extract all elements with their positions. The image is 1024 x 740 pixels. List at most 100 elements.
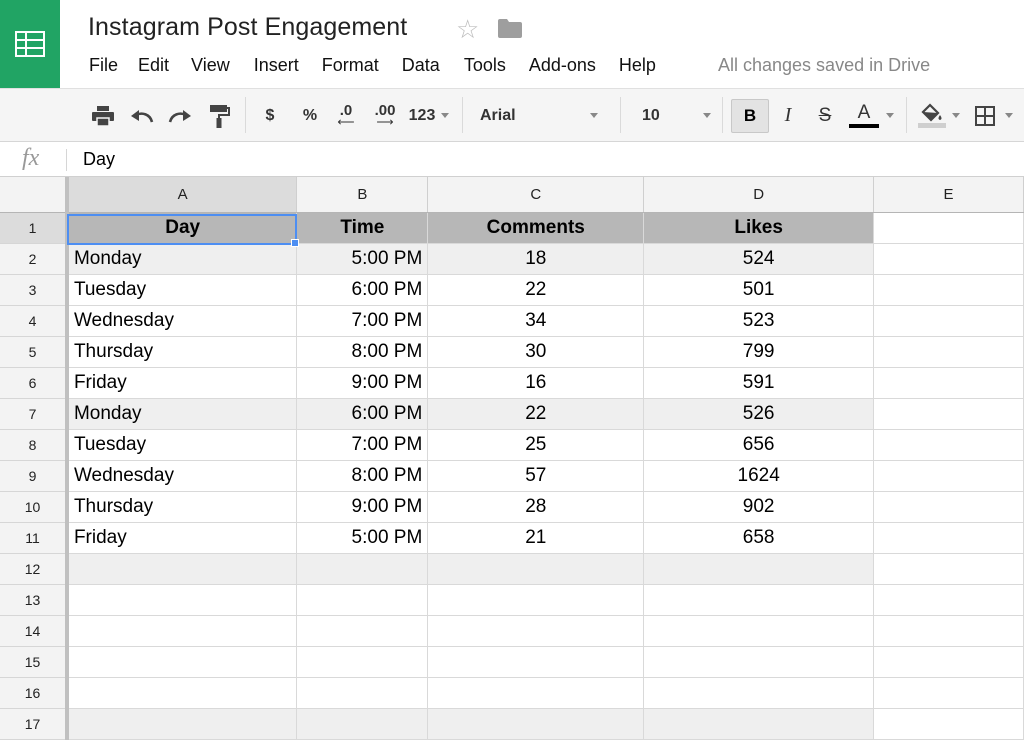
more-formats-button[interactable]: 123 bbox=[406, 89, 438, 142]
cell-time[interactable]: 6:00 PM bbox=[296, 398, 429, 430]
column-header-e[interactable]: E bbox=[873, 177, 1024, 213]
cell[interactable] bbox=[296, 615, 429, 647]
borders-icon[interactable] bbox=[972, 89, 998, 142]
cell-day[interactable]: Wednesday bbox=[66, 460, 298, 492]
cell-comments[interactable]: 57 bbox=[427, 460, 645, 492]
cell-day[interactable]: Wednesday bbox=[66, 305, 298, 337]
cell-day[interactable]: Thursday bbox=[66, 336, 298, 368]
header-cell-day[interactable]: Day bbox=[66, 212, 298, 244]
cell-day[interactable]: Tuesday bbox=[66, 274, 298, 306]
cell-time[interactable]: 8:00 PM bbox=[296, 460, 429, 492]
borders-chevron-down-icon[interactable] bbox=[1005, 113, 1013, 118]
cell[interactable] bbox=[427, 677, 645, 709]
row-header[interactable]: 16 bbox=[0, 677, 69, 709]
cell-time[interactable]: 5:00 PM bbox=[296, 243, 429, 275]
italic-button[interactable]: I bbox=[777, 89, 799, 142]
row-header[interactable]: 8 bbox=[0, 429, 69, 461]
cell-comments[interactable]: 22 bbox=[427, 274, 645, 306]
cell-comments[interactable]: 18 bbox=[427, 243, 645, 275]
menu-format[interactable]: Format bbox=[322, 55, 379, 76]
cell-time[interactable]: 8:00 PM bbox=[296, 336, 429, 368]
cell[interactable] bbox=[427, 553, 645, 585]
column-header-b[interactable]: B bbox=[296, 177, 429, 213]
cell-likes[interactable]: 526 bbox=[643, 398, 875, 430]
cell-time[interactable]: 7:00 PM bbox=[296, 429, 429, 461]
cell-likes[interactable]: 591 bbox=[643, 367, 875, 399]
cell[interactable] bbox=[643, 646, 875, 678]
menu-file[interactable]: File bbox=[89, 55, 118, 76]
cell[interactable] bbox=[296, 553, 429, 585]
row-header[interactable]: 3 bbox=[0, 274, 69, 306]
cell[interactable] bbox=[296, 708, 429, 740]
cell-likes[interactable]: 523 bbox=[643, 305, 875, 337]
cell-comments[interactable]: 34 bbox=[427, 305, 645, 337]
cell[interactable] bbox=[873, 708, 1024, 740]
cell[interactable] bbox=[873, 646, 1024, 678]
cell-time[interactable]: 9:00 PM bbox=[296, 491, 429, 523]
row-header[interactable]: 17 bbox=[0, 708, 69, 740]
row-header[interactable]: 4 bbox=[0, 305, 69, 337]
cell[interactable] bbox=[643, 553, 875, 585]
text-color-chevron-down-icon[interactable] bbox=[886, 113, 894, 118]
cell-comments[interactable]: 30 bbox=[427, 336, 645, 368]
cell[interactable] bbox=[296, 646, 429, 678]
cell[interactable] bbox=[873, 460, 1024, 492]
row-header[interactable]: 12 bbox=[0, 553, 69, 585]
text-color-button[interactable]: A bbox=[848, 89, 880, 142]
cell[interactable] bbox=[66, 708, 298, 740]
cell[interactable] bbox=[873, 677, 1024, 709]
undo-icon[interactable] bbox=[128, 89, 156, 142]
cell-comments[interactable]: 28 bbox=[427, 491, 645, 523]
cell[interactable] bbox=[643, 584, 875, 616]
cell-likes[interactable]: 1624 bbox=[643, 460, 875, 492]
cell[interactable] bbox=[427, 584, 645, 616]
paint-format-icon[interactable] bbox=[205, 89, 233, 142]
row-header[interactable]: 2 bbox=[0, 243, 69, 275]
cell-time[interactable]: 6:00 PM bbox=[296, 274, 429, 306]
cell[interactable] bbox=[66, 553, 298, 585]
fill-handle[interactable] bbox=[291, 239, 299, 247]
column-header-d[interactable]: D bbox=[643, 177, 875, 213]
font-size-select[interactable]: 10 bbox=[642, 89, 666, 142]
cell[interactable] bbox=[427, 615, 645, 647]
font-chevron-down-icon[interactable] bbox=[590, 113, 598, 118]
percent-format-button[interactable]: % bbox=[297, 89, 323, 142]
cell-likes[interactable]: 656 bbox=[643, 429, 875, 461]
document-title[interactable]: Instagram Post Engagement bbox=[88, 13, 407, 42]
cell[interactable] bbox=[66, 646, 298, 678]
cell-comments[interactable]: 25 bbox=[427, 429, 645, 461]
cell-day[interactable]: Friday bbox=[66, 367, 298, 399]
cell-day[interactable]: Monday bbox=[66, 398, 298, 430]
print-icon[interactable] bbox=[90, 89, 116, 142]
row-header[interactable]: 1 bbox=[0, 212, 69, 244]
column-header-a[interactable]: A bbox=[66, 177, 298, 213]
redo-icon[interactable] bbox=[166, 89, 194, 142]
formula-input[interactable]: Day bbox=[83, 149, 115, 170]
cell-day[interactable]: Tuesday bbox=[66, 429, 298, 461]
row-header[interactable]: 15 bbox=[0, 646, 69, 678]
cell[interactable] bbox=[643, 615, 875, 647]
save-status[interactable]: All changes saved in Drive bbox=[718, 55, 930, 76]
cell-time[interactable]: 7:00 PM bbox=[296, 305, 429, 337]
cell-comments[interactable]: 22 bbox=[427, 398, 645, 430]
currency-format-button[interactable]: $ bbox=[260, 89, 280, 142]
cell[interactable] bbox=[873, 615, 1024, 647]
column-header-c[interactable]: C bbox=[427, 177, 645, 213]
cell[interactable] bbox=[873, 243, 1024, 275]
row-header[interactable]: 14 bbox=[0, 615, 69, 647]
star-icon[interactable]: ☆ bbox=[456, 16, 479, 42]
cell-day[interactable]: Thursday bbox=[66, 491, 298, 523]
cell[interactable] bbox=[427, 646, 645, 678]
cell-likes[interactable]: 902 bbox=[643, 491, 875, 523]
folder-icon[interactable] bbox=[498, 19, 522, 43]
row-header[interactable]: 6 bbox=[0, 367, 69, 399]
cell-comments[interactable]: 21 bbox=[427, 522, 645, 554]
cell-day[interactable]: Friday bbox=[66, 522, 298, 554]
select-all-corner[interactable] bbox=[0, 177, 69, 213]
cell[interactable] bbox=[296, 677, 429, 709]
cell-time[interactable]: 5:00 PM bbox=[296, 522, 429, 554]
cell[interactable] bbox=[66, 677, 298, 709]
cell-likes[interactable]: 658 bbox=[643, 522, 875, 554]
cell[interactable] bbox=[873, 305, 1024, 337]
sheets-logo-icon[interactable] bbox=[0, 0, 60, 88]
